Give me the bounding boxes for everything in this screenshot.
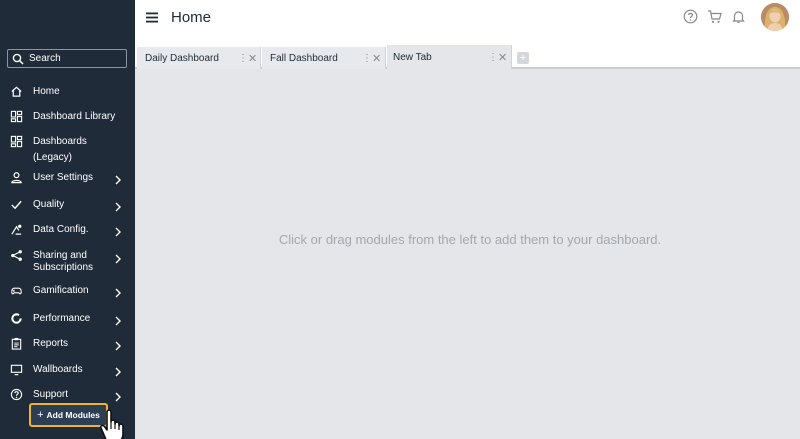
chevron-right-icon [114,285,122,298]
kebab-menu-icon[interactable]: ⋮ [238,53,248,64]
tab-label: Daily Dashboard [145,52,219,64]
bell-icon[interactable] [731,9,746,24]
tab-label: Fall Dashboard [270,52,338,64]
close-icon[interactable]: ✕ [248,52,257,65]
sidebar-item-user-settings[interactable]: User Settings [0,170,135,185]
kebab-menu-icon[interactable]: ⋮ [362,53,372,64]
sidebar-item-label: Home [33,85,60,97]
hand-pointer-icon [100,409,124,439]
sidebar-item-label: Dashboard Library [33,110,116,122]
sidebar-item-label: Data Config. [33,223,89,235]
donut-icon [10,312,23,325]
sidebar-item-label: Dashboards [33,136,87,147]
search-icon [12,53,24,65]
sidebar-item-label: Reports [33,337,69,349]
tab-label: New Tab [393,51,432,63]
help-circle-icon[interactable] [683,9,698,24]
sidebar-item-label: Performance [33,312,91,324]
grid-icon [10,135,23,148]
monitor-icon [10,363,23,376]
close-icon[interactable]: ✕ [372,52,381,65]
sidebar-item-gamification[interactable]: Gamification [0,283,135,298]
top-header: Home [135,0,800,37]
share-icon [10,249,23,262]
chevron-right-icon [114,313,122,326]
empty-dashboard-message: Click or drag modules from the left to a… [278,232,662,247]
cart-icon[interactable] [707,9,722,24]
plus-icon: + [519,52,527,64]
sidebar-item-dashboards-legacy[interactable]: Dashboards (Legacy) [0,135,135,163]
kebab-menu-icon[interactable]: ⋮ [488,52,498,63]
grid-icon [10,110,23,123]
sidebar-item-label-secondary: (Legacy) [33,152,72,163]
sidebar-item-label-secondary: Subscriptions [33,262,94,273]
chevron-right-icon [114,224,122,237]
chevron-right-icon [114,251,122,264]
user-icon [10,171,23,184]
chevron-right-icon [114,389,122,402]
add-modules-label: Add Modules [46,410,100,420]
tab-daily-dashboard[interactable]: Daily Dashboard ⋮ ✕ [137,47,261,69]
sidebar-item-label: User Settings [33,171,94,183]
sidebar-item-reports[interactable]: Reports [0,336,135,351]
sidebar-item-support[interactable]: Support [0,387,135,402]
chevron-right-icon [114,338,122,351]
sidebar-item-label: Wallboards [33,363,83,375]
chevron-right-icon [114,172,122,185]
clipboard-icon [10,337,23,350]
sidebar-item-wallboards[interactable]: Wallboards [0,362,135,377]
chevron-right-icon [114,199,122,212]
gamepad-icon [10,284,23,297]
sidebar-item-label: Support [33,388,69,400]
home-icon [10,85,23,98]
tab-new-tab[interactable]: New Tab ⋮ ✕ [387,45,512,69]
avatar[interactable] [761,3,789,31]
search-input[interactable]: Search [7,49,127,68]
page-title: Home [171,9,212,26]
chevron-right-icon [114,364,122,377]
data-config-icon [10,223,23,236]
hamburger-menu-icon[interactable] [146,12,158,23]
sidebar-item-quality[interactable]: Quality [0,197,135,212]
tab-fall-dashboard[interactable]: Fall Dashboard ⋮ ✕ [262,47,386,69]
sidebar: Search Home Dashboard Library Dashboards… [0,0,135,439]
search-placeholder: Search [29,53,61,64]
plus-icon: + [37,409,44,421]
help-icon [10,388,23,401]
user-avatar-image [761,3,789,31]
sidebar-item-sharing-subscriptions[interactable]: Sharing and Subscriptions [0,249,135,277]
sidebar-item-label: Gamification [33,284,89,296]
tab-bar: Daily Dashboard ⋮ ✕ Fall Dashboard ⋮ ✕ N… [135,37,800,69]
sidebar-item-home[interactable]: Home [0,84,135,98]
sidebar-item-dashboard-library[interactable]: Dashboard Library [0,109,135,123]
sidebar-item-label: Quality [33,198,65,210]
sidebar-item-data-config[interactable]: Data Config. [0,222,135,237]
sidebar-item-performance[interactable]: Performance [0,311,135,326]
close-icon[interactable]: ✕ [498,51,507,64]
check-icon [10,198,23,211]
add-tab-button[interactable]: + [517,52,529,64]
